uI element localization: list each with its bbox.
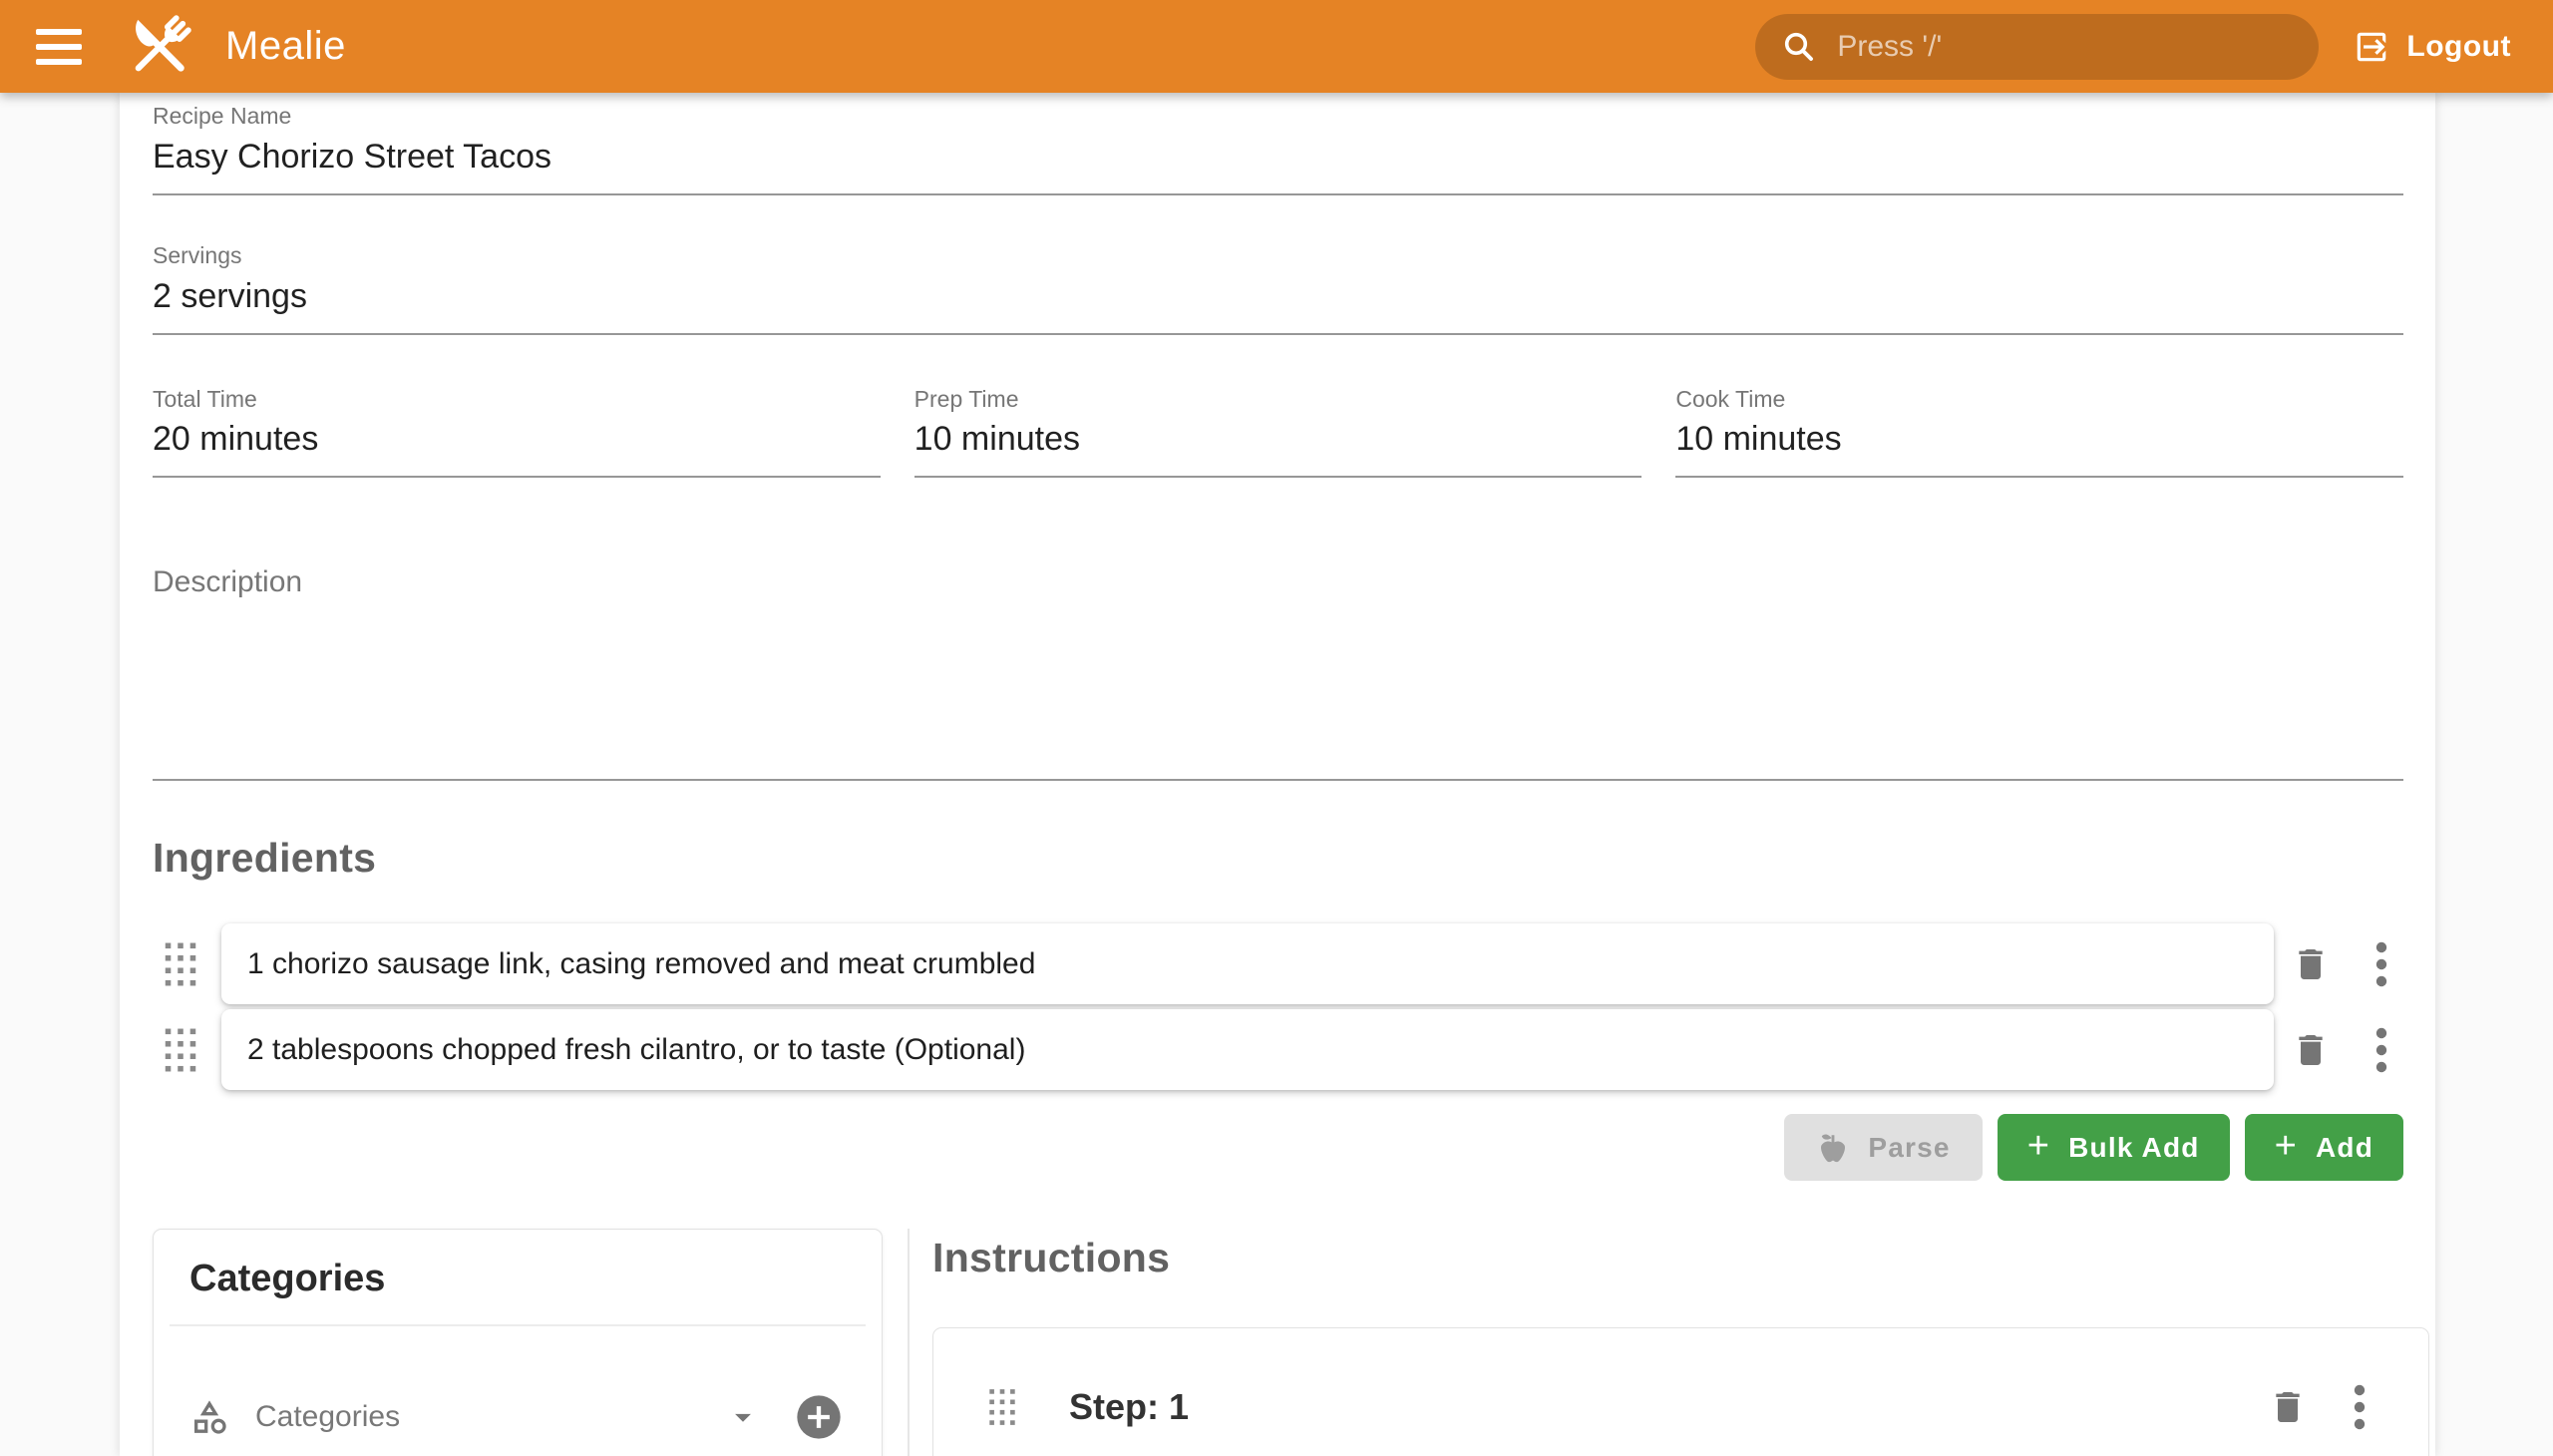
recipe-name-input[interactable] [153,131,2403,195]
plus-icon: + [2275,1127,2298,1165]
cook-time-input[interactable] [1675,413,2403,478]
search-input[interactable] [1837,30,2293,64]
ingredient-input[interactable] [247,947,2248,981]
chevron-down-icon [724,1398,762,1436]
instructions-heading: Instructions [932,1235,2403,1281]
step-title: Step: 1 [1069,1386,2265,1428]
delete-ingredient-button[interactable] [2288,941,2333,987]
trash-icon [2291,944,2331,984]
mealie-logo-icon [122,9,197,85]
ingredient-row [153,1009,2403,1090]
trash-icon [2291,1030,2331,1070]
ingredient-menu-button[interactable] [2359,941,2403,987]
kebab-icon [2354,1384,2366,1430]
ingredient-row [153,923,2403,1004]
add-category-button[interactable] [792,1390,846,1444]
ingredient-card [221,923,2274,1004]
shapes-icon [189,1397,229,1437]
recipe-name-label: Recipe Name [153,102,2403,131]
categories-heading: Categories [154,1258,882,1300]
prep-time-input[interactable] [914,413,1642,478]
description-label: Description [153,565,2403,599]
step-menu-button[interactable] [2337,1384,2382,1430]
total-time-input[interactable] [153,413,881,478]
add-label: Add [2316,1132,2373,1164]
drag-handle-icon[interactable] [163,1027,198,1073]
ingredient-card [221,1009,2274,1090]
trash-icon [2268,1387,2308,1427]
menu-icon[interactable] [36,29,82,65]
divider [170,1324,866,1326]
search-icon [1781,29,1817,65]
ingredients-heading: Ingredients [153,835,2403,882]
add-button[interactable]: + Add [2245,1114,2403,1181]
logout-button[interactable]: Logout [2353,28,2511,66]
servings-label: Servings [153,241,2403,270]
apple-icon [1816,1131,1850,1165]
categories-select[interactable]: Categories [189,1390,846,1444]
parse-label: Parse [1868,1132,1950,1164]
search-bar[interactable] [1755,14,2319,80]
delete-ingredient-button[interactable] [2288,1027,2333,1073]
plus-circle-icon [793,1391,845,1443]
drag-handle-icon[interactable] [984,1387,1020,1427]
kebab-icon [2375,1027,2387,1073]
kebab-icon [2375,941,2387,987]
servings-input[interactable] [153,270,2403,335]
ingredient-input[interactable] [247,1033,2248,1067]
delete-step-button[interactable] [2265,1384,2311,1430]
instruction-step-card: Step: 1 Combine crumbled chorizo and chi… [932,1327,2429,1456]
bulk-add-label: Bulk Add [2068,1132,2199,1164]
prep-time-label: Prep Time [914,385,1642,414]
bulk-add-button[interactable]: + Bulk Add [1998,1114,2230,1181]
ingredients-list [153,923,2403,1090]
plus-icon: + [2027,1127,2050,1165]
app-title: Mealie [225,24,346,69]
categories-select-label: Categories [255,1400,724,1434]
logout-label: Logout [2406,30,2511,64]
logout-icon [2353,28,2390,66]
cook-time-label: Cook Time [1675,385,2403,414]
description-textarea[interactable] [153,599,2403,781]
categories-card: Categories Categories [153,1229,883,1456]
instructions-column: Instructions Step: 1 [908,1229,2403,1456]
drag-handle-icon[interactable] [163,941,198,987]
recipe-editor-card: Recipe Name Servings Total Time Prep Tim… [120,93,2435,1456]
total-time-label: Total Time [153,385,881,414]
ingredient-menu-button[interactable] [2359,1027,2403,1073]
parse-button[interactable]: Parse [1784,1114,1982,1181]
app-bar: Mealie Logout [0,0,2553,93]
